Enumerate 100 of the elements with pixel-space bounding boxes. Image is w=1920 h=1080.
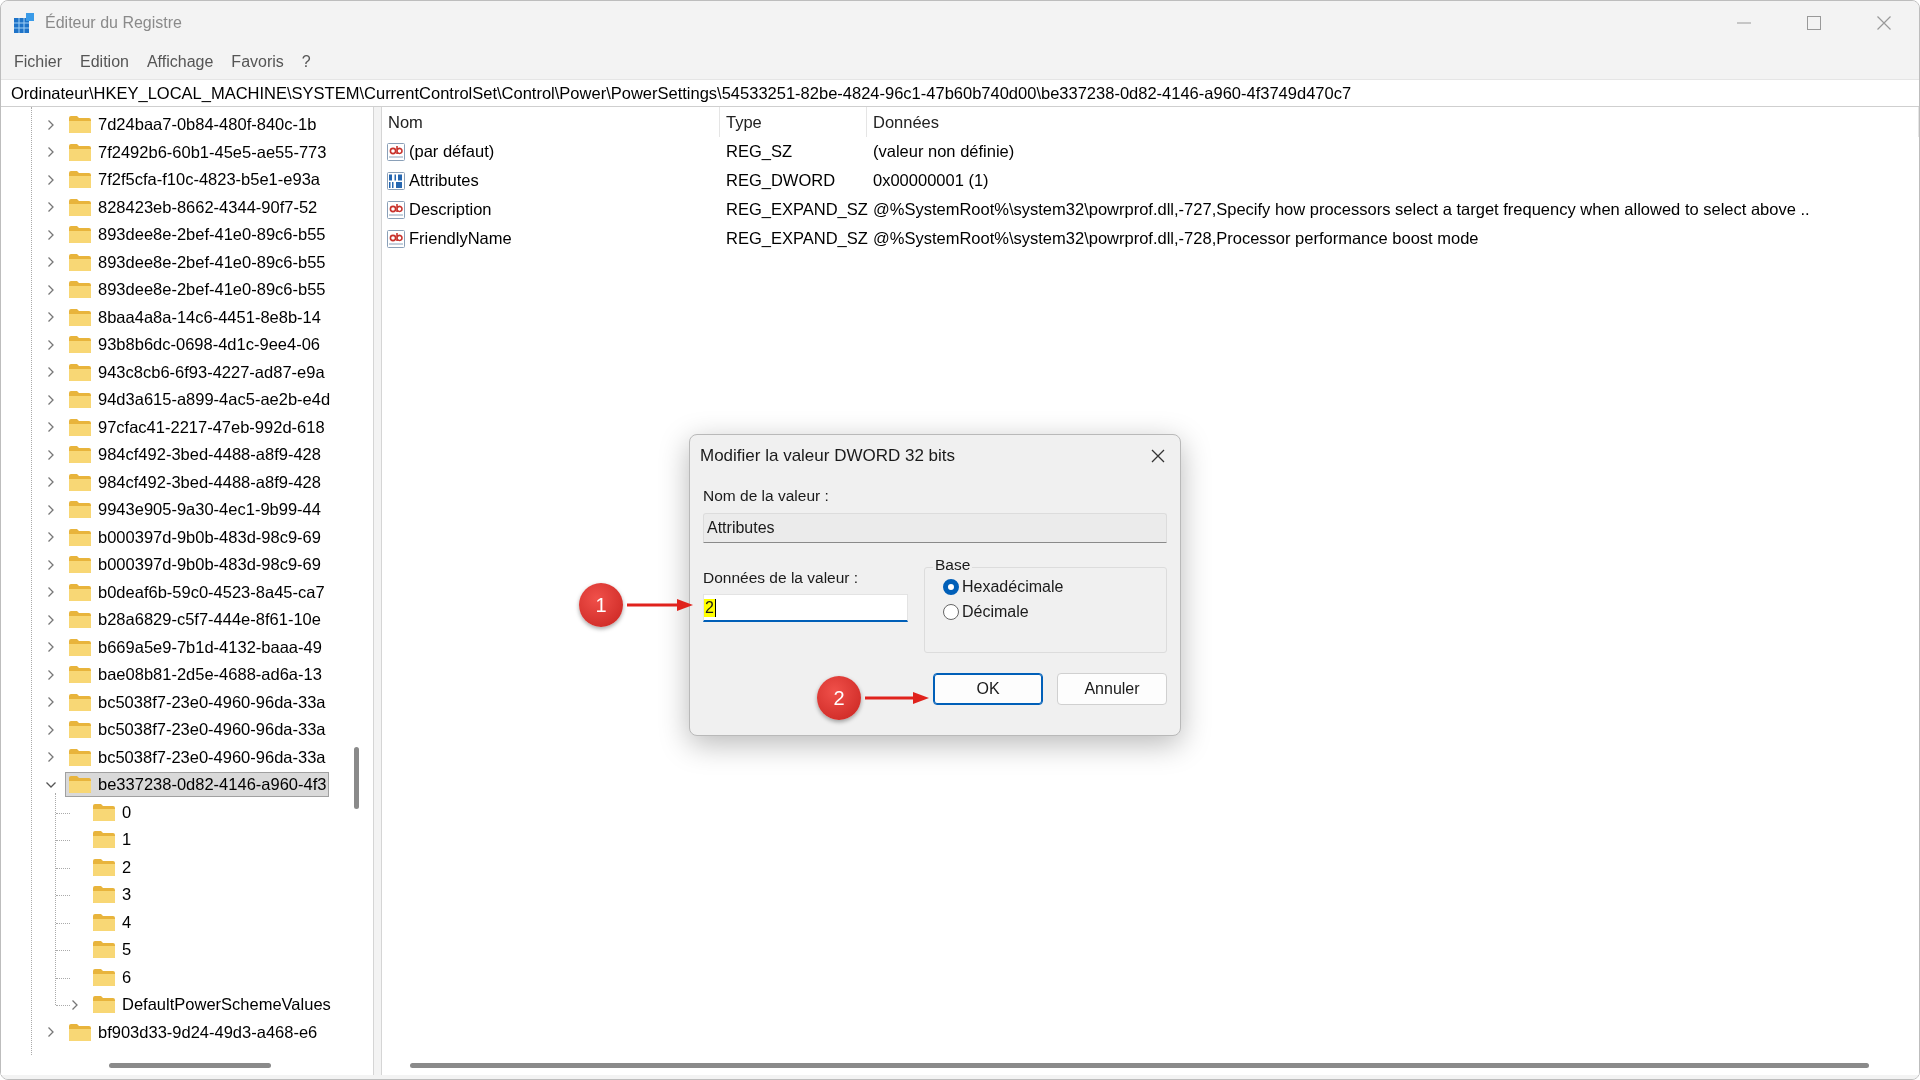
- key-name: DefaultPowerSchemeValues: [122, 995, 331, 1015]
- tree-item[interactable]: 2: [89, 854, 135, 880]
- tree-item[interactable]: 6: [89, 964, 135, 990]
- tree-item[interactable]: 893dee8e-2bef-41e0-89c6-b55: [65, 249, 329, 275]
- chevron-right-icon[interactable]: [48, 752, 54, 763]
- key-name: 984cf492-3bed-4488-a8f9-428: [98, 472, 321, 492]
- radio-button[interactable]: [943, 604, 959, 620]
- chevron-right-icon[interactable]: [48, 1027, 54, 1038]
- chevron-right-icon[interactable]: [48, 339, 54, 350]
- menu-item[interactable]: Favoris: [222, 49, 293, 75]
- menu-item[interactable]: ?: [292, 49, 320, 75]
- chevron-right-icon[interactable]: [72, 999, 78, 1010]
- key-name: b669a5e9-7b1d-4132-baaa-49: [98, 637, 322, 657]
- tree-item[interactable]: 7f2f5cfa-f10c-4823-b5e1-e93a: [65, 167, 323, 193]
- chevron-right-icon[interactable]: [48, 504, 54, 515]
- value-data: @%SystemRoot%\system32\powrprof.dll,-727,Specify how processors select a target frequency when allowed to select above ..: [872, 200, 1811, 219]
- chevron-right-icon[interactable]: [48, 669, 54, 680]
- key-name: 984cf492-3bed-4488-a8f9-428: [98, 445, 321, 465]
- menu-item[interactable]: Fichier: [5, 49, 71, 75]
- tree-item[interactable]: b28a6829-c5f7-444e-8f61-10e: [65, 607, 324, 633]
- chevron-right-icon[interactable]: [48, 367, 54, 378]
- binary-value-icon: [386, 170, 406, 191]
- address-field[interactable]: Ordinateur\HKEY_LOCAL_MACHINE\SYSTEM\CurrentControlSet\Control\Power\PowerSettings\54533251-82be-4824-96c1-47b60b740d00\be337238-0d82-4146-a960-4f3749d470c7: [1, 80, 1919, 106]
- folder-icon: [68, 500, 92, 520]
- tree-item[interactable]: 93b8b6dc-0698-4d1c-9ee4-06: [65, 332, 323, 358]
- tree-item[interactable]: 828423eb-8662-4344-90f7-52: [65, 194, 321, 220]
- tree-item[interactable]: 984cf492-3bed-4488-a8f9-428: [65, 469, 324, 495]
- scrollbar-thumb[interactable]: [410, 1062, 1869, 1068]
- column-header[interactable]: Données: [867, 107, 1919, 137]
- value-name[interactable]: Description: [409, 200, 492, 219]
- tree-item[interactable]: 5: [89, 937, 135, 963]
- chevron-right-icon[interactable]: [48, 642, 54, 653]
- chevron-right-icon[interactable]: [48, 422, 54, 433]
- chevron-right-icon[interactable]: [48, 724, 54, 735]
- tree-item[interactable]: bc5038f7-23e0-4960-96da-33a: [65, 744, 329, 770]
- tree-item[interactable]: bae08b81-2d5e-4688-ad6a-13: [65, 662, 325, 688]
- dialog-button[interactable]: Annuler: [1057, 673, 1167, 705]
- chevron-right-icon[interactable]: [48, 697, 54, 708]
- tree-item[interactable]: b000397d-9b0b-483d-98c9-69: [65, 552, 324, 578]
- tree-item[interactable]: 0: [89, 799, 135, 825]
- value-data-field[interactable]: 2: [703, 594, 908, 622]
- scrollbar-thumb[interactable]: [109, 1062, 271, 1068]
- tree-item[interactable]: 943c8cb6-6f93-4227-ad87-e9a: [65, 359, 328, 385]
- tree-item[interactable]: 1: [89, 827, 135, 853]
- tree-item[interactable]: bc5038f7-23e0-4960-96da-33a: [65, 689, 329, 715]
- chevron-right-icon[interactable]: [48, 449, 54, 460]
- tree-item[interactable]: 984cf492-3bed-4488-a8f9-428: [65, 442, 324, 468]
- menu-item[interactable]: Edition: [71, 49, 138, 75]
- value-name-field[interactable]: Attributes: [703, 513, 1167, 543]
- menu-item[interactable]: Affichage: [137, 49, 223, 75]
- chevron-right-icon[interactable]: [48, 257, 54, 268]
- chevron-right-icon[interactable]: [48, 202, 54, 213]
- chevron-right-icon[interactable]: [48, 312, 54, 323]
- radio-label[interactable]: Hexadécimale: [962, 578, 1064, 596]
- chevron-right-icon[interactable]: [48, 559, 54, 570]
- value-name[interactable]: Attributes: [409, 171, 479, 190]
- key-name: 6: [122, 967, 132, 987]
- column-header[interactable]: Nom: [382, 107, 720, 137]
- radio-label[interactable]: Décimale: [962, 603, 1029, 621]
- key-name: 5: [122, 940, 132, 960]
- tree-item[interactable]: b669a5e9-7b1d-4132-baaa-49: [65, 634, 325, 660]
- tree-item[interactable]: DefaultPowerSchemeValues: [89, 992, 334, 1018]
- folder-icon: [68, 362, 92, 382]
- tree-item[interactable]: 7f2492b6-60b1-45e5-ae55-773: [65, 139, 330, 165]
- tree-item[interactable]: 8baa4a8a-14c6-4451-8e8b-14: [65, 304, 324, 330]
- dialog-button[interactable]: OK: [933, 673, 1043, 705]
- chevron-right-icon[interactable]: [48, 229, 54, 240]
- key-name: bc5038f7-23e0-4960-96da-33a: [98, 692, 326, 712]
- value-data: @%SystemRoot%\system32\powrprof.dll,-728,Processor performance boost mode: [872, 229, 1480, 248]
- chevron-right-icon[interactable]: [48, 587, 54, 598]
- tree-item[interactable]: b000397d-9b0b-483d-98c9-69: [65, 524, 324, 550]
- radio-button[interactable]: [943, 579, 959, 595]
- tree-item[interactable]: b0deaf6b-59c0-4523-8a45-ca7: [65, 579, 328, 605]
- chevron-right-icon[interactable]: [48, 119, 54, 130]
- tree-item[interactable]: bf903d33-9d24-49d3-a468-e6: [65, 1019, 321, 1045]
- tree-item[interactable]: be337238-0d82-4146-a960-4f3: [65, 772, 330, 798]
- chevron-right-icon[interactable]: [48, 284, 54, 295]
- tree-item[interactable]: 94d3a615-a899-4ac5-ae2b-e4d: [65, 387, 334, 413]
- scrollbar-thumb[interactable]: [354, 747, 359, 809]
- chevron-down-icon[interactable]: [46, 781, 56, 788]
- chevron-right-icon[interactable]: [48, 532, 54, 543]
- value-name[interactable]: FriendlyName: [409, 229, 512, 248]
- chevron-right-icon[interactable]: [48, 394, 54, 405]
- key-name: 893dee8e-2bef-41e0-89c6-b55: [98, 252, 326, 272]
- folder-icon: [68, 692, 92, 712]
- tree-item[interactable]: 4: [89, 909, 135, 935]
- chevron-right-icon[interactable]: [48, 614, 54, 625]
- tree-item[interactable]: 9943e905-9a30-4ec1-9b99-44: [65, 497, 324, 523]
- key-name: b000397d-9b0b-483d-98c9-69: [98, 527, 321, 547]
- chevron-right-icon[interactable]: [48, 477, 54, 488]
- column-header[interactable]: Type: [720, 107, 867, 137]
- tree-item[interactable]: bc5038f7-23e0-4960-96da-33a: [65, 717, 329, 743]
- chevron-right-icon[interactable]: [48, 174, 54, 185]
- tree-item[interactable]: 7d24baa7-0b84-480f-840c-1b: [65, 112, 320, 138]
- tree-item[interactable]: 3: [89, 882, 135, 908]
- tree-item[interactable]: 893dee8e-2bef-41e0-89c6-b55: [65, 222, 329, 248]
- chevron-right-icon[interactable]: [48, 147, 54, 158]
- tree-item[interactable]: 893dee8e-2bef-41e0-89c6-b55: [65, 277, 329, 303]
- tree-item[interactable]: 97cfac41-2217-47eb-992d-618: [65, 414, 328, 440]
- value-name[interactable]: (par défaut): [409, 142, 495, 161]
